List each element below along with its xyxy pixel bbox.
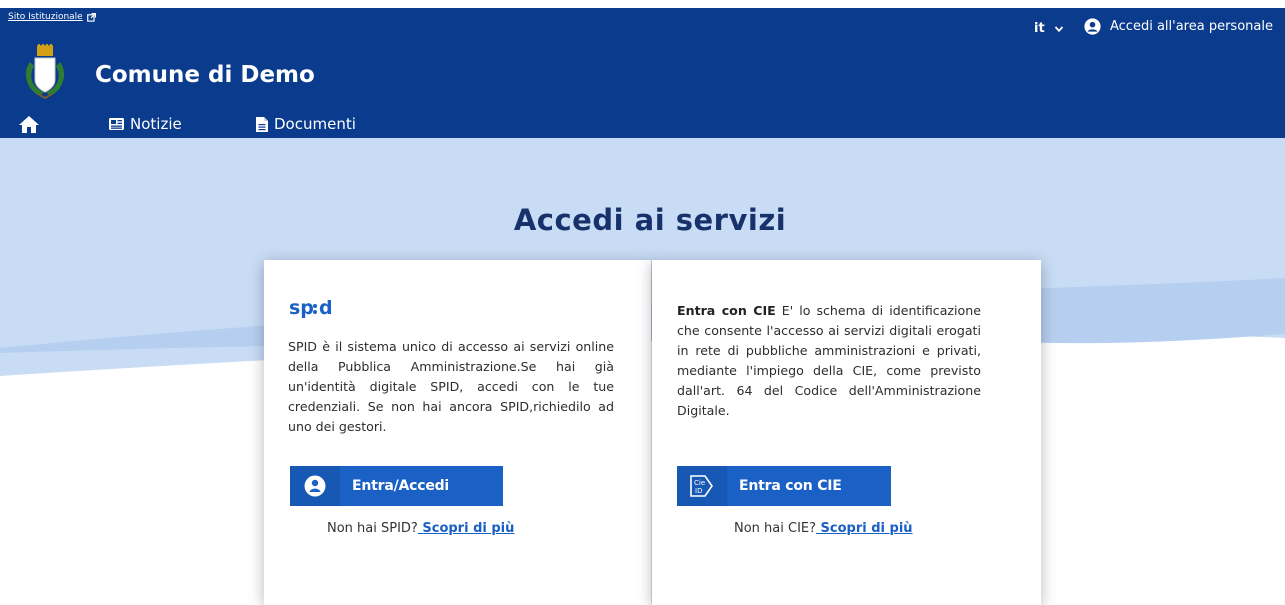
- user-circle-icon: [1084, 18, 1101, 35]
- file-icon: [256, 116, 268, 132]
- cie-description-bold: Entra con CIE: [677, 303, 776, 318]
- site-istituzionale-link[interactable]: Sito Istituzionale: [8, 12, 96, 22]
- main-navigation: Notizie Documenti: [0, 112, 373, 136]
- cie-help-text: Non hai CIE?: [734, 521, 817, 536]
- nav-label-documenti: Documenti: [274, 115, 356, 133]
- spid-user-icon: [290, 466, 340, 506]
- personal-area-login[interactable]: Accedi all'area personale: [1084, 18, 1273, 35]
- spid-description: SPID è il sistema unico di accesso ai se…: [288, 339, 614, 434]
- nav-item-documenti[interactable]: Documenti: [256, 115, 356, 133]
- chevron-down-icon: [1054, 25, 1063, 32]
- cie-login-button-label: Entra con CIE: [739, 478, 842, 494]
- cie-help: Non hai CIE? Scopri di più: [734, 521, 913, 536]
- page-title: Accedi ai servizi: [513, 203, 787, 237]
- svg-text:sp: sp: [289, 297, 314, 319]
- login-label: Accedi all'area personale: [1110, 19, 1273, 34]
- spid-logo: sp d: [289, 297, 333, 319]
- svg-text:d: d: [319, 297, 333, 319]
- municipal-crest-icon: [25, 44, 65, 100]
- svg-text:ID: ID: [695, 487, 702, 495]
- cie-description: Entra con CIE E' lo schema di identifica…: [677, 301, 981, 421]
- spid-login-card: sp d SPID è il sistema unico di accesso …: [264, 260, 651, 605]
- cie-login-button[interactable]: Cie ID Entra con CIE: [677, 466, 891, 506]
- newspaper-icon: [109, 118, 124, 130]
- spid-help-text: Non hai SPID?: [327, 521, 418, 536]
- cie-id-icon: Cie ID: [677, 466, 727, 506]
- nav-label-notizie: Notizie: [130, 115, 182, 133]
- cie-description-text: E' lo schema di identificazione che cons…: [677, 303, 981, 418]
- site-link-label: Sito Istituzionale: [8, 12, 83, 22]
- header-band: [373, 44, 1285, 138]
- nav-item-notizie[interactable]: Notizie: [109, 115, 182, 133]
- municipality-title[interactable]: Comune di Demo: [95, 62, 315, 88]
- svg-text:Cie: Cie: [694, 479, 705, 487]
- header: Comune di Demo Notizie Documenti: [0, 44, 373, 138]
- top-utility-bar: Sito Istituzionale it Accedi all'area pe…: [0, 8, 1285, 44]
- home-icon[interactable]: [19, 116, 39, 133]
- spid-login-button[interactable]: Entra/Accedi: [290, 466, 503, 506]
- spid-login-button-label: Entra/Accedi: [352, 478, 450, 494]
- external-link-icon: [86, 12, 96, 22]
- language-label: it: [1034, 21, 1045, 36]
- cie-discover-more-link[interactable]: Scopri di più: [816, 521, 913, 536]
- language-selector[interactable]: it: [1034, 21, 1064, 36]
- spid-help: Non hai SPID? Scopri di più: [327, 521, 514, 536]
- spid-discover-more-link[interactable]: Scopri di più: [418, 521, 514, 536]
- cie-login-card: Entra con CIE E' lo schema di identifica…: [652, 260, 1041, 605]
